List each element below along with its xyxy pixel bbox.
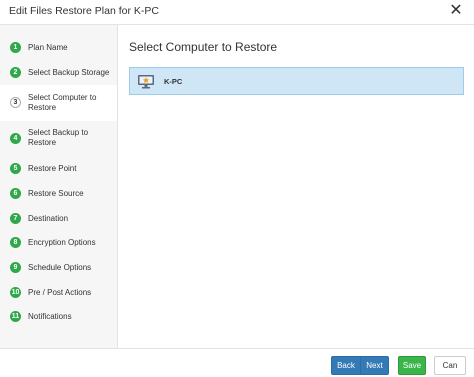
step-number-badge: 7	[10, 213, 21, 224]
back-button[interactable]: Back	[331, 356, 361, 375]
save-button[interactable]: Save	[398, 356, 426, 375]
step-label: Schedule Options	[28, 263, 92, 272]
step-schedule-options[interactable]: 9 Schedule Options	[0, 260, 117, 276]
step-restore-source[interactable]: 6 Restore Source	[0, 186, 117, 202]
step-label: Encryption Options	[28, 238, 96, 247]
computer-name: K-PC	[164, 77, 183, 86]
step-select-computer-active[interactable]: 3 Select Computer to Restore	[0, 85, 117, 121]
step-encryption-options[interactable]: 8 Encryption Options	[0, 235, 117, 251]
dialog-header: Edit Files Restore Plan for K-PC ✕	[0, 0, 474, 25]
step-number-badge: 2	[10, 67, 21, 78]
step-label: Notifications	[28, 312, 72, 321]
step-number-badge: 4	[10, 133, 21, 144]
computer-list-item[interactable]: K-PC	[129, 67, 464, 95]
step-select-backup-to-restore[interactable]: 4 Select Backup to Restore	[0, 125, 117, 151]
step-number-badge: 9	[10, 262, 21, 273]
step-number-badge: 3	[10, 97, 21, 108]
step-number-badge: 10	[10, 287, 21, 298]
step-label: Plan Name	[28, 43, 68, 52]
step-number-badge: 1	[10, 42, 21, 53]
step-number-badge: 5	[10, 163, 21, 174]
page-title: Select Computer to Restore	[129, 40, 278, 54]
step-restore-point[interactable]: 5 Restore Point	[0, 161, 117, 177]
computer-icon	[137, 74, 155, 94]
step-label: Select Backup Storage	[28, 68, 110, 77]
dialog-footer: Back Next Save Can	[0, 348, 474, 377]
step-label: Pre / Post Actions	[28, 288, 92, 297]
step-destination[interactable]: 7 Destination	[0, 211, 117, 227]
next-button[interactable]: Next	[360, 356, 389, 375]
step-label: Restore Source	[28, 189, 84, 198]
step-notifications[interactable]: 11 Notifications	[0, 309, 117, 325]
step-number-badge: 11	[10, 311, 21, 322]
step-label: Select Backup to Restore	[28, 128, 89, 147]
close-icon[interactable]: ✕	[448, 2, 464, 20]
step-number-badge: 8	[10, 237, 21, 248]
step-number-badge: 6	[10, 188, 21, 199]
step-pre-post-actions[interactable]: 10 Pre / Post Actions	[0, 285, 117, 301]
step-label: Restore Point	[28, 164, 77, 173]
step-label: Select Computer to Restore	[28, 93, 97, 112]
step-select-backup-storage[interactable]: 2 Select Backup Storage	[0, 64, 117, 80]
dialog-title: Edit Files Restore Plan for K-PC	[9, 5, 159, 17]
step-label: Destination	[28, 214, 69, 223]
cancel-button[interactable]: Can	[434, 356, 466, 375]
wizard-steps-sidebar: 1 Plan Name 2 Select Backup Storage 3 Se…	[0, 25, 118, 348]
